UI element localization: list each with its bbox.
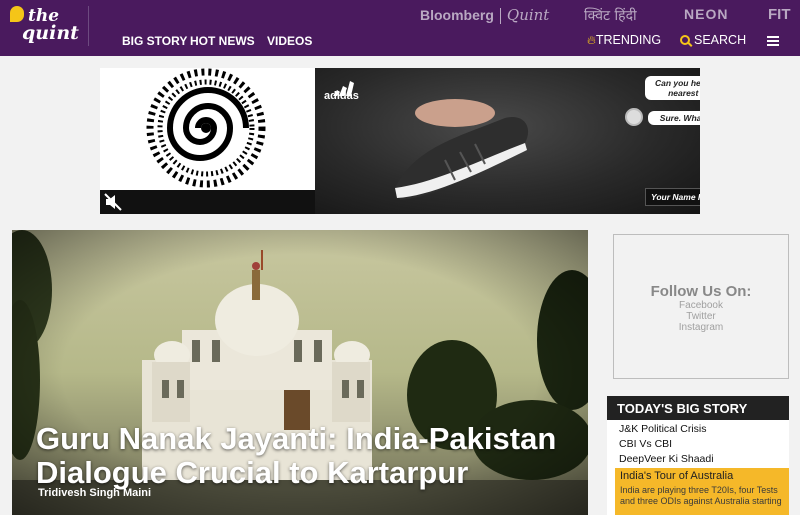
adidas-ad-banner[interactable]: adidas Can you help me locate the neares… [100, 68, 700, 214]
bot-avatar-icon [625, 108, 643, 126]
search-icon [680, 35, 690, 45]
feature-title: India's Tour of Australia [620, 470, 734, 482]
flame-icon: 🔥︎ [587, 33, 596, 47]
bloomberg-quint-link[interactable]: Bloomberg Quint [420, 6, 549, 26]
twitter-link[interactable]: Twitter [614, 311, 788, 322]
big-story-item[interactable]: DeepVeer Ki Shaadi [607, 452, 789, 467]
ad-video-controls [100, 190, 315, 214]
shoe-image [395, 99, 529, 200]
fit-link[interactable]: FIT [768, 6, 791, 26]
feature-description: India are playing three T20Is, four Test… [620, 485, 782, 506]
the-quint-logo[interactable]: the quint [8, 4, 88, 50]
big-story-item[interactable]: J&K Political Crisis [607, 422, 789, 437]
follow-us-box: Follow Us On: Facebook Twitter Instagram [613, 234, 789, 379]
ad-shoe-panel: adidas Can you help me locate the neares… [315, 68, 700, 214]
big-story-item[interactable]: CBI Vs CBI [607, 437, 789, 452]
ad-video-panel[interactable] [100, 68, 315, 214]
chat-bubble-reply: Sure. What is your name? [648, 111, 700, 125]
quint-text: Quint [506, 6, 550, 24]
trending-button[interactable]: 🔥︎TRENDING [587, 33, 661, 48]
todays-big-story: TODAY'S BIG STORY J&K Political Crisis C… [607, 396, 789, 515]
instagram-link[interactable]: Instagram [614, 322, 788, 333]
facebook-link[interactable]: Facebook [614, 300, 788, 311]
adidas-brand-text: adidas [324, 90, 359, 102]
big-story-heading: TODAY'S BIG STORY [607, 396, 789, 420]
neon-link[interactable]: NEON [684, 6, 728, 26]
chat-bubble-question: Can you help me locate the nearest Adida… [645, 76, 700, 100]
trending-label: TRENDING [595, 33, 662, 47]
menu-icon[interactable] [767, 36, 779, 46]
hero-author[interactable]: Tridivesh Singh Maini [38, 487, 151, 499]
speech-bubble-icon [10, 6, 24, 22]
search-button[interactable]: SEARCH [680, 33, 746, 47]
big-story-feature[interactable]: India's Tour of Australia India are play… [615, 468, 789, 515]
follow-title: Follow Us On: [650, 283, 752, 300]
nav-big-story[interactable]: BIG STORY [122, 34, 187, 48]
hero-article[interactable]: Guru Nanak Jayanti: India-Pakistan Dialo… [12, 230, 588, 515]
mute-icon[interactable] [104, 193, 122, 211]
bloomberg-text: Bloomberg [420, 7, 494, 23]
nav-videos[interactable]: VIDEOS [267, 34, 312, 48]
name-input[interactable]: Your Name Here [645, 188, 700, 206]
header-divider [88, 6, 89, 46]
nav-hot-news[interactable]: HOT NEWS [190, 34, 255, 48]
brand-divider [499, 8, 501, 25]
hero-headline[interactable]: Guru Nanak Jayanti: India-Pakistan Dialo… [36, 422, 576, 490]
quint-hindi-link[interactable]: क्विंट हिंदी [584, 6, 637, 26]
site-header: the quint Bloomberg Quint क्विंट हिंदी NE… [0, 0, 800, 56]
spiral-graphic [100, 68, 315, 190]
logo-text-quint: quint [22, 22, 79, 44]
search-label: SEARCH [694, 33, 747, 47]
